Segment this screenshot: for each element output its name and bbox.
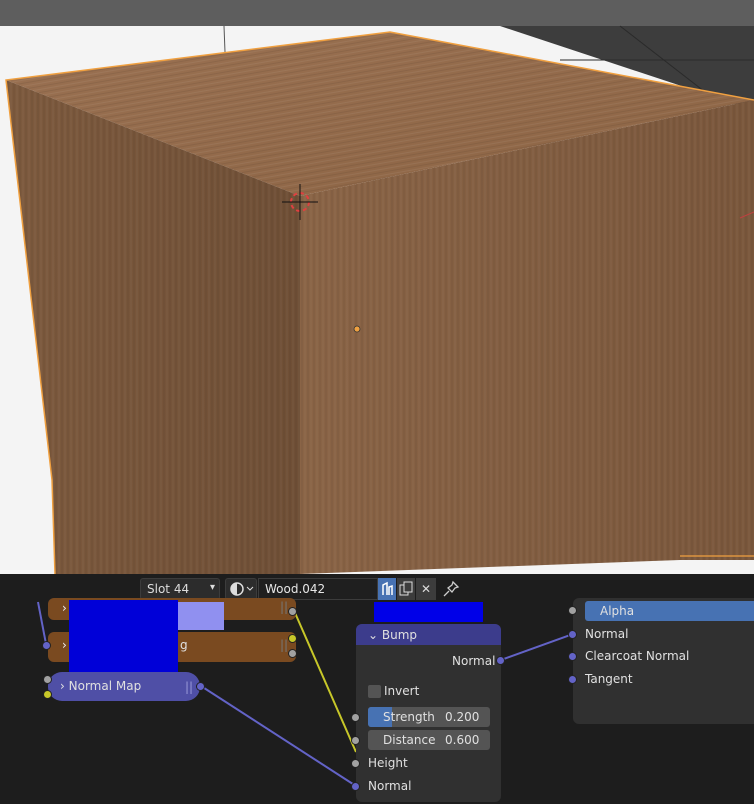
bump-title: ⌄ Bump (368, 628, 417, 642)
socket-distance-in[interactable] (351, 736, 360, 745)
strength-label: Strength (383, 710, 435, 724)
normal-map-label: Normal Map (68, 679, 142, 693)
close-icon: ✕ (420, 582, 432, 596)
pin-icon (443, 580, 460, 597)
color-swatch-light (178, 602, 224, 630)
socket-color-in[interactable] (43, 690, 52, 699)
tangent-label: Tangent (585, 672, 633, 686)
principled-normal-label: Normal (585, 627, 629, 641)
normal-in-label: Normal (368, 779, 412, 793)
socket-out[interactable] (288, 607, 297, 616)
socket-normal-out[interactable] (196, 682, 205, 691)
socket-tangent-in[interactable] (568, 675, 577, 684)
socket-alpha-in[interactable] (568, 606, 577, 615)
drag-handle-icon[interactable]: || (185, 680, 193, 694)
duplicate-material-button[interactable] (397, 578, 415, 600)
slot-selector[interactable]: Slot 44 ▾ (140, 578, 220, 600)
chevron-right-icon: › (62, 601, 67, 615)
material-sphere-icon (230, 582, 254, 596)
slot-label: Slot 44 (147, 582, 190, 596)
color-swatch (69, 600, 178, 672)
socket-alpha-out[interactable] (288, 649, 297, 658)
material-browse-button[interactable] (225, 578, 257, 600)
fake-user-button[interactable] (378, 578, 396, 600)
fake-user-icon (382, 581, 393, 595)
color-swatch-top (374, 602, 483, 622)
socket-clearcoat-normal-in[interactable] (568, 652, 577, 661)
clearcoat-normal-label: Clearcoat Normal (585, 649, 690, 663)
socket-strength-in[interactable] (43, 675, 52, 684)
normal-map-title: › Normal Map (60, 679, 141, 693)
bump-output-label: Normal (452, 654, 496, 668)
chevron-right-icon: › (62, 638, 67, 652)
chevron-right-icon: › (60, 679, 65, 693)
bump-title-label: Bump (381, 628, 418, 642)
texture-node-2-label: g (180, 638, 188, 652)
socket-bump-normal-out[interactable] (496, 656, 505, 665)
chevron-down-icon: ▾ (209, 582, 215, 593)
drag-handle-icon[interactable]: || (280, 600, 288, 614)
socket-vector-in[interactable] (42, 641, 51, 650)
socket-color-out[interactable] (288, 634, 297, 643)
viewport-scene (5, 25, 754, 574)
socket-normal-in[interactable] (351, 782, 360, 791)
chevron-down-icon: ⌄ (368, 628, 379, 642)
distance-value: 0.600 (445, 733, 480, 747)
distance-label: Distance (383, 733, 436, 747)
duplicate-icon (399, 581, 413, 596)
invert-label: Invert (384, 684, 420, 698)
alpha-label: Alpha (600, 604, 635, 618)
socket-principled-normal-in[interactable] (568, 630, 577, 639)
object-origin (353, 325, 361, 333)
drag-handle-icon[interactable]: || (280, 638, 288, 652)
3d-viewport[interactable] (0, 0, 754, 574)
shader-node-editor[interactable]: Slot 44 ▾ Wood.042 ✕ › || › g || › Norma… (0, 574, 754, 804)
height-label: Height (368, 756, 408, 770)
material-name-field[interactable]: Wood.042 (258, 578, 378, 600)
strength-value: 0.200 (445, 710, 480, 724)
socket-height-in[interactable] (351, 759, 360, 768)
unlink-material-button[interactable]: ✕ (416, 578, 436, 600)
pin-button[interactable] (440, 578, 462, 600)
invert-checkbox[interactable] (368, 685, 381, 698)
socket-strength-in[interactable] (351, 713, 360, 722)
